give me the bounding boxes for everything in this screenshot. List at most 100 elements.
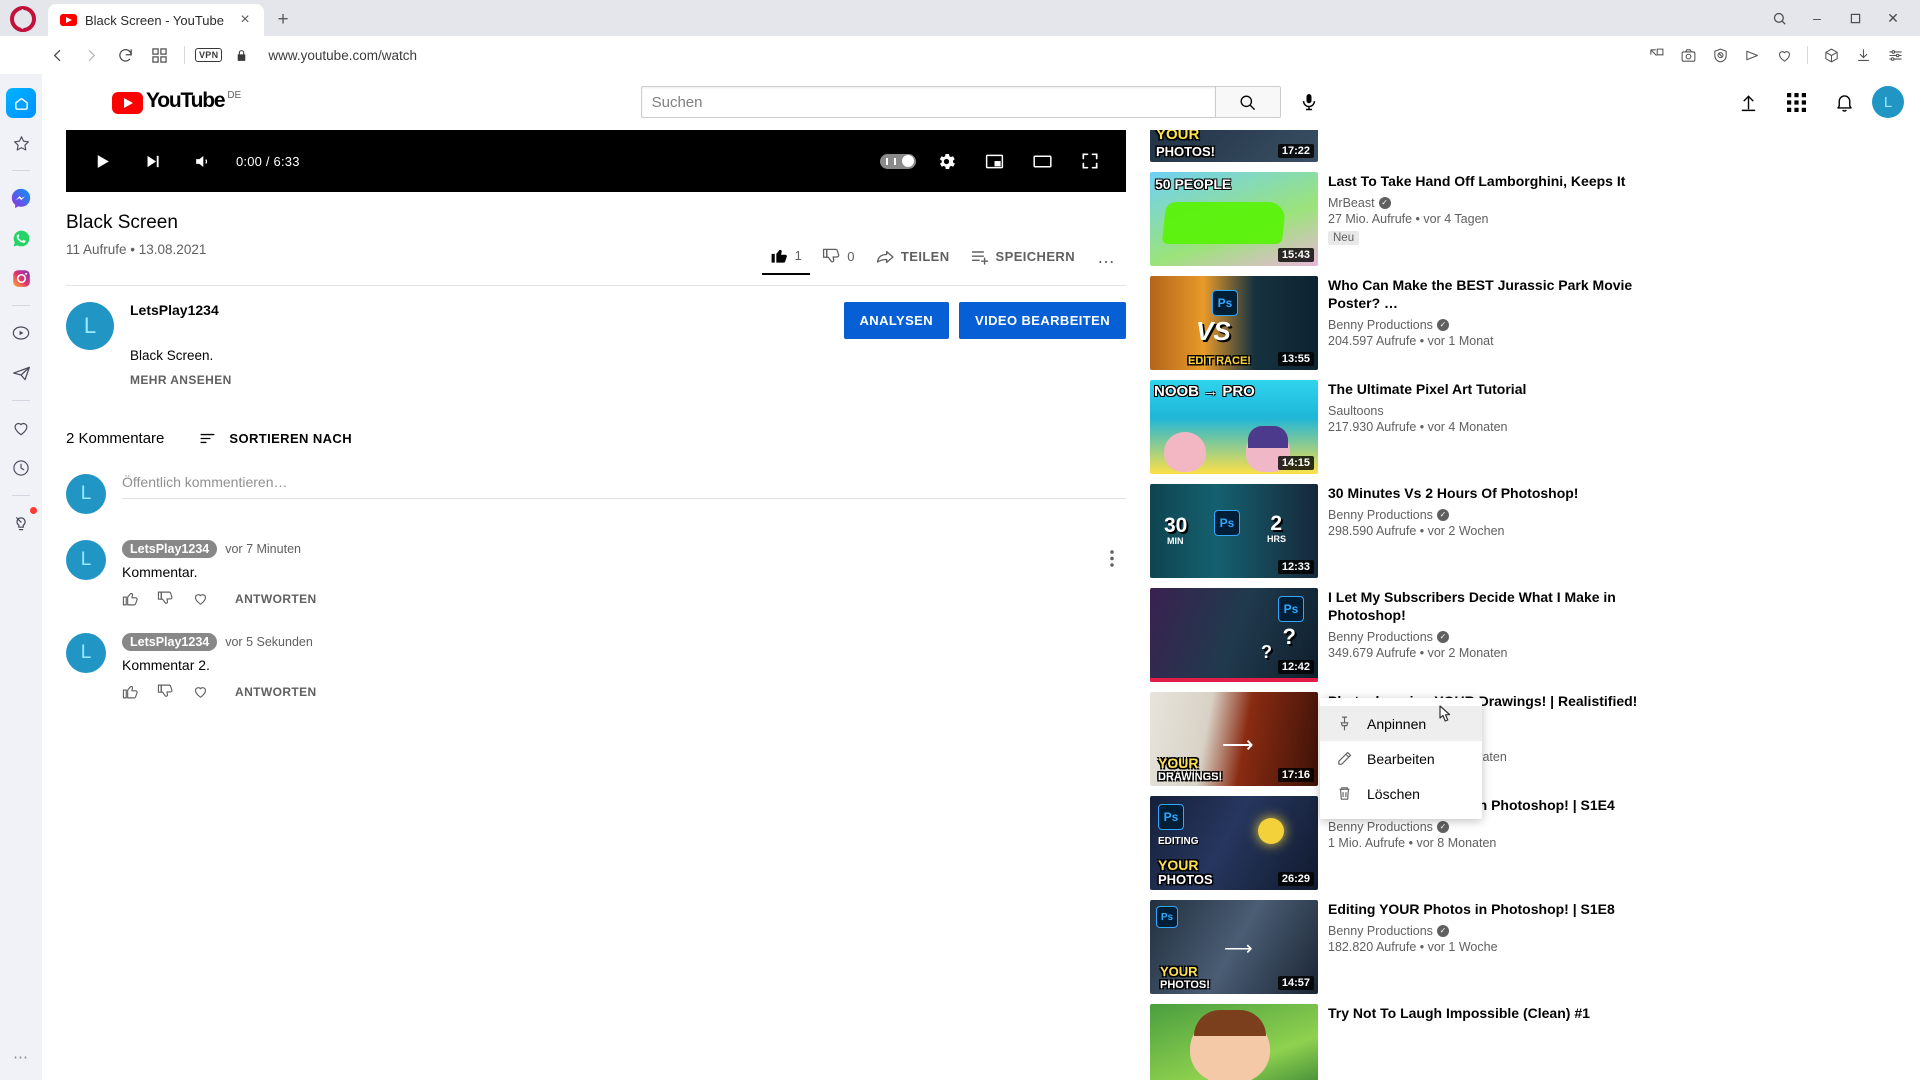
recommended-video-item[interactable]: Ps 30 MIN 2 HRS 12:33 30 Minutes Vs 2 Ho… [1150, 484, 1650, 578]
browser-tab[interactable]: Black Screen - YouTube × [48, 4, 264, 36]
dislike-button[interactable]: 0 [814, 239, 863, 274]
video-channel[interactable]: MrBeast ✓ [1328, 196, 1650, 210]
video-thumbnail[interactable]: Ps EDITING YOUR PHOTOS 26:29 [1150, 796, 1318, 890]
sort-comments-button[interactable]: SORTIEREN NACH [198, 429, 352, 448]
reload-button[interactable] [110, 41, 140, 69]
upload-icon[interactable] [1728, 82, 1768, 122]
video-channel[interactable]: Benny Productions ✓ [1328, 630, 1650, 644]
save-button[interactable]: SPEICHERN [962, 239, 1083, 275]
sidebar-item-instagram[interactable] [6, 263, 36, 293]
recommended-video-item[interactable]: 50 PEOPLE 15:43 Last To Take Hand Off La… [1150, 172, 1650, 266]
settings-gear-icon[interactable] [924, 139, 968, 183]
analytics-button[interactable]: ANALYSEN [843, 302, 950, 339]
notifications-bell-icon[interactable] [1824, 82, 1864, 122]
easy-setup-icon[interactable] [1880, 41, 1910, 69]
show-more-button[interactable]: MEHR ANSEHEN [130, 373, 844, 387]
video-channel[interactable]: Benny Productions ✓ [1328, 508, 1650, 522]
search-tabs-icon[interactable] [1762, 4, 1796, 32]
comment-author-badge[interactable]: LetsPlay1234 [122, 540, 218, 558]
recommended-video-item[interactable]: YOUR PHOTOS! 17:22 Benny Productions ✓ 1… [1150, 130, 1650, 162]
sidebar-item-home[interactable] [6, 88, 36, 118]
send-icon[interactable] [1737, 41, 1767, 69]
video-thumbnail[interactable]: Ps ? ? 12:42 [1150, 588, 1318, 682]
context-menu-item-delete[interactable]: Löschen [1320, 776, 1482, 811]
sidebar-item-history[interactable] [6, 453, 36, 483]
sidebar-item-player[interactable] [6, 318, 36, 348]
camera-icon[interactable] [1673, 41, 1703, 69]
new-tab-button[interactable]: + [270, 7, 296, 33]
theater-mode-icon[interactable] [1020, 139, 1064, 183]
account-avatar[interactable]: L [1872, 86, 1904, 118]
video-thumbnail[interactable] [1150, 1004, 1318, 1080]
context-menu-item-pin[interactable]: Anpinnen [1320, 706, 1482, 741]
sidebar-item-favorites[interactable] [6, 128, 36, 158]
comment-reply-button[interactable]: ANTWORTEN [235, 685, 317, 699]
sidebar-overflow-button[interactable]: ⋯ [13, 1048, 29, 1066]
tab-tiles-button[interactable] [144, 41, 174, 69]
like-button[interactable]: 1 [761, 238, 811, 275]
close-window-button[interactable]: ✕ [1876, 4, 1910, 32]
tab-close-icon[interactable]: × [232, 7, 258, 33]
video-player[interactable]: 0:00 / 6:33 [66, 130, 1126, 192]
comment-reply-button[interactable]: ANTWORTEN [235, 592, 317, 606]
comment-input[interactable] [122, 474, 1126, 490]
fullscreen-icon[interactable] [1068, 139, 1112, 183]
heart-icon[interactable] [1769, 41, 1799, 69]
video-channel[interactable]: Benny Productions ✓ [1328, 924, 1650, 938]
autoplay-toggle[interactable] [876, 139, 920, 183]
edit-video-button[interactable]: VIDEO BEARBEITEN [959, 302, 1126, 339]
voice-search-icon[interactable] [1289, 82, 1329, 122]
comment-timestamp[interactable]: vor 7 Minuten [225, 542, 301, 556]
comment-author-badge[interactable]: LetsPlay1234 [122, 633, 218, 651]
adblock-shield-icon[interactable] [1705, 41, 1735, 69]
comment-dislike-icon[interactable] [157, 590, 174, 607]
maximize-button[interactable] [1838, 4, 1872, 32]
comment-heart-icon[interactable] [192, 590, 209, 607]
video-thumbnail[interactable]: NOOB → PRO 14:15 [1150, 380, 1318, 474]
sidebar-item-messenger[interactable] [6, 183, 36, 213]
miniplayer-icon[interactable] [972, 139, 1016, 183]
video-channel[interactable]: Saultoons [1328, 404, 1650, 418]
forward-button[interactable] [76, 41, 106, 69]
sidebar-item-whatsapp[interactable] [6, 223, 36, 253]
video-thumbnail[interactable]: Ps 30 MIN 2 HRS 12:33 [1150, 484, 1318, 578]
search-input[interactable] [640, 86, 1215, 118]
volume-button[interactable] [180, 139, 224, 183]
youtube-logo[interactable]: YouTube DE [112, 90, 241, 114]
snapshot-icon[interactable] [1641, 41, 1671, 69]
share-button[interactable]: TEILEN [867, 239, 958, 275]
channel-name[interactable]: LetsPlay1234 [130, 302, 844, 318]
video-thumbnail[interactable]: ⟶ YOUR DRAWINGS! 17:16 [1150, 692, 1318, 786]
url-text[interactable]: www.youtube.com/watch [268, 48, 417, 63]
recommended-video-item[interactable]: Ps VS EDIT RACE! 13:55 Who Can Make the … [1150, 276, 1650, 370]
video-more-actions-button[interactable]: … [1087, 244, 1126, 270]
comment-timestamp[interactable]: vor 5 Sekunden [225, 635, 313, 649]
back-button[interactable] [42, 41, 72, 69]
context-menu-item-edit[interactable]: Bearbeiten [1320, 741, 1482, 776]
sidebar-item-telegram[interactable] [6, 358, 36, 388]
downloads-icon[interactable] [1848, 41, 1878, 69]
video-thumbnail[interactable]: YOUR PHOTOS! 17:22 [1150, 130, 1318, 162]
sidebar-item-heart[interactable] [6, 413, 36, 443]
video-channel[interactable]: Benny Productions ✓ [1328, 318, 1650, 332]
video-thumbnail[interactable]: 50 PEOPLE 15:43 [1150, 172, 1318, 266]
comment-like-icon[interactable] [122, 683, 139, 700]
comment-heart-icon[interactable] [192, 683, 209, 700]
vpn-badge[interactable]: VPN [195, 48, 223, 62]
comment-avatar[interactable]: L [66, 540, 106, 580]
comment-like-icon[interactable] [122, 590, 139, 607]
next-video-button[interactable] [130, 139, 174, 183]
video-thumbnail[interactable]: Ps ⟶ YOUR PHOTOS! 14:57 [1150, 900, 1318, 994]
minimize-button[interactable]: – [1800, 4, 1834, 32]
crypto-wallet-icon[interactable] [1816, 41, 1846, 69]
recommended-video-item[interactable]: NOOB → PRO 14:15 The Ultimate Pixel Art … [1150, 380, 1650, 474]
video-channel[interactable]: Benny Productions ✓ [1328, 820, 1650, 834]
video-thumbnail[interactable]: Ps VS EDIT RACE! 13:55 [1150, 276, 1318, 370]
hamburger-menu-icon[interactable] [58, 82, 98, 122]
recommended-video-item[interactable]: Try Not To Laugh Impossible (Clean) #1 [1150, 1004, 1650, 1080]
recommended-video-item[interactable]: Ps ⟶ YOUR PHOTOS! 14:57 Editing YOUR Pho… [1150, 900, 1650, 994]
recommended-video-item[interactable]: Ps ? ? 12:42 I Let My Subscribers Decide… [1150, 588, 1650, 682]
channel-avatar[interactable]: L [66, 302, 114, 350]
comment-dislike-icon[interactable] [157, 683, 174, 700]
comment-avatar[interactable]: L [66, 633, 106, 673]
